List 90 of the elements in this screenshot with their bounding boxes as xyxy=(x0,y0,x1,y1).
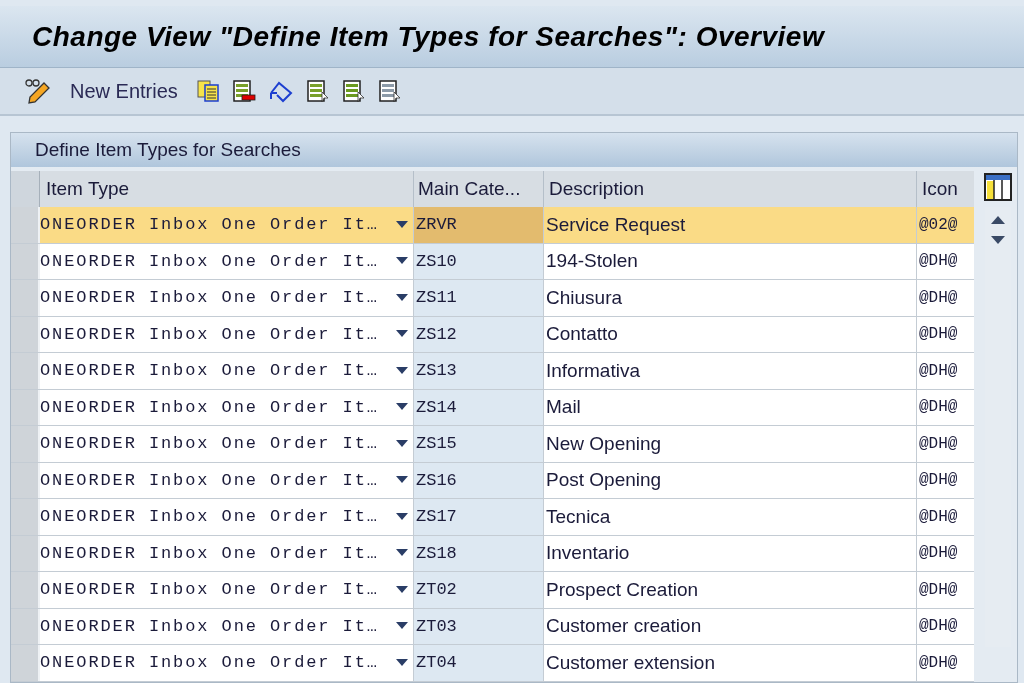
table-cell-text: ONEORDER Inbox One Order It… xyxy=(40,360,379,382)
column-header[interactable]: Item Type xyxy=(40,171,414,207)
scroll-up-icon[interactable] xyxy=(990,215,1006,225)
column-header[interactable]: Description xyxy=(544,171,917,207)
table-row[interactable]: ONEORDER Inbox One Order It… ZT04 Customer extension @DH@ xyxy=(11,645,974,682)
table-row[interactable]: ONEORDER Inbox One Order It… ZS18 Inventario @DH@ xyxy=(11,535,974,572)
table-row[interactable]: ONEORDER Inbox One Order It… ZS13 Informativa @DH@ xyxy=(11,353,974,390)
window-title: Change View "Define Item Types for Searches": Overview xyxy=(32,19,825,54)
table-cell-text: ONEORDER Inbox One Order It… xyxy=(40,250,379,273)
table-cell-text: @02@ xyxy=(918,214,959,236)
table-cell: ZS17 xyxy=(414,499,544,535)
table-cell: ZS11 xyxy=(414,280,544,316)
table-cell-text: ONEORDER Inbox One Order It… xyxy=(40,615,379,638)
deselect-list-icon[interactable] xyxy=(377,79,402,103)
table-row[interactable]: ONEORDER Inbox One Order It… ZT02 Prospect Creation @DH@ xyxy=(11,572,974,609)
table-cell: ZT04 xyxy=(414,645,544,681)
dropdown-icon[interactable] xyxy=(395,657,409,668)
table-cell: ZS16 xyxy=(414,462,544,498)
table-row[interactable]: ONEORDER Inbox One Order It… ZS10 194-Stolen @DH@ xyxy=(11,243,974,280)
table-row[interactable]: ONEORDER Inbox One Order It… ZT03 Customer creation @DH@ xyxy=(11,608,974,645)
table-cell: 194-Stolen xyxy=(544,243,917,279)
table-cell-text: @DH@ xyxy=(918,397,959,419)
table-cell: Inventario xyxy=(544,535,917,571)
table-cell-text: @DH@ xyxy=(918,324,959,346)
table-cell: Customer creation xyxy=(544,608,917,644)
table-cell-text: ONEORDER Inbox One Order It… xyxy=(40,214,379,236)
table-cell-text: @DH@ xyxy=(918,251,959,273)
table-cell-text: @DH@ xyxy=(918,616,959,638)
column-layout-icon[interactable] xyxy=(984,173,1012,201)
select-list-icon[interactable] xyxy=(305,79,330,103)
select-all-cell[interactable] xyxy=(11,171,40,207)
table-cell: ZS15 xyxy=(414,426,544,462)
table-cell-text: @DH@ xyxy=(918,506,959,528)
table-cell: ZS18 xyxy=(414,535,544,571)
table-cell: ZS12 xyxy=(414,316,544,352)
table-cell: ZS10 xyxy=(414,243,544,279)
scroll-down-icon[interactable] xyxy=(990,235,1006,245)
table-row[interactable]: ONEORDER Inbox One Order It… ZRVR Service Request @02@ xyxy=(11,207,974,244)
table-cell: ZT02 xyxy=(414,572,544,608)
table-cell-text: @DH@ xyxy=(918,470,959,492)
table-cell-text: ONEORDER Inbox One Order It… xyxy=(40,652,379,674)
table-cell-text: ONEORDER Inbox One Order It… xyxy=(40,579,379,601)
undo-arrow-icon[interactable] xyxy=(267,79,294,103)
table-title: Define Item Types for Searches xyxy=(35,137,301,162)
table-cell: Service Request xyxy=(544,207,917,243)
select-block-icon[interactable] xyxy=(341,79,366,103)
table-row[interactable]: ONEORDER Inbox One Order It… ZS14 Mail @DH@ xyxy=(11,389,974,426)
dropdown-icon[interactable] xyxy=(395,511,409,522)
table-cell: ZS13 xyxy=(414,353,544,389)
table-cell-text: @DH@ xyxy=(918,433,959,455)
table-cell: Mail xyxy=(544,389,917,425)
table-row[interactable]: ONEORDER Inbox One Order It… ZS17 Tecnica @DH@ xyxy=(11,499,974,536)
table-cell-text: ONEORDER Inbox One Order It… xyxy=(40,287,379,309)
table-cell: Post Opening xyxy=(544,462,917,498)
table-row[interactable]: ONEORDER Inbox One Order It… ZS16 Post Opening @DH@ xyxy=(11,462,974,499)
table-cell: ZS14 xyxy=(414,389,544,425)
table-cell-text: ONEORDER Inbox One Order It… xyxy=(40,323,379,346)
delete-row-icon[interactable] xyxy=(231,79,256,103)
table-cell-text: @DH@ xyxy=(918,543,959,565)
table-cell: Tecnica xyxy=(544,499,917,535)
table-cell: ZT03 xyxy=(414,608,544,644)
table-cell-text: ONEORDER Inbox One Order It… xyxy=(40,396,379,419)
dropdown-icon[interactable] xyxy=(395,219,409,230)
dropdown-icon[interactable] xyxy=(395,438,409,449)
new-entries-button[interactable]: New Entries xyxy=(64,76,184,106)
table-cell-text: ONEORDER Inbox One Order It… xyxy=(40,469,379,492)
table-cell: New Opening xyxy=(544,426,917,462)
copy-icon[interactable] xyxy=(195,79,220,103)
table-row[interactable]: ONEORDER Inbox One Order It… ZS12 Contatto @DH@ xyxy=(11,316,974,353)
table-cell: Prospect Creation xyxy=(544,572,917,608)
table-cell-text: @DH@ xyxy=(918,287,959,309)
dropdown-icon[interactable] xyxy=(395,292,409,303)
table-cell: ZRVR xyxy=(414,207,544,243)
table-cell-text: @DH@ xyxy=(918,360,959,382)
column-header[interactable]: Main Cate... xyxy=(414,171,544,207)
table-row[interactable]: ONEORDER Inbox One Order It… ZS11 Chiusura @DH@ xyxy=(11,280,974,317)
dropdown-icon[interactable] xyxy=(395,584,409,595)
pencil-glasses-icon[interactable] xyxy=(24,77,52,105)
dropdown-icon[interactable] xyxy=(395,365,409,376)
table-cell: Contatto xyxy=(544,316,917,352)
column-header[interactable]: Icon xyxy=(917,171,974,207)
table-cell: Customer extension xyxy=(544,645,917,681)
table-cell: Informativa xyxy=(544,353,917,389)
table-cell-text: @DH@ xyxy=(918,652,959,674)
table-cell-text: @DH@ xyxy=(918,579,959,601)
table-cell-text: ONEORDER Inbox One Order It… xyxy=(40,506,379,528)
table-row[interactable]: ONEORDER Inbox One Order It… ZS15 New Opening @DH@ xyxy=(11,426,974,463)
table-cell: Chiusura xyxy=(544,280,917,316)
table-cell-text: ONEORDER Inbox One Order It… xyxy=(40,542,379,565)
table-cell-text: ONEORDER Inbox One Order It… xyxy=(40,433,379,455)
